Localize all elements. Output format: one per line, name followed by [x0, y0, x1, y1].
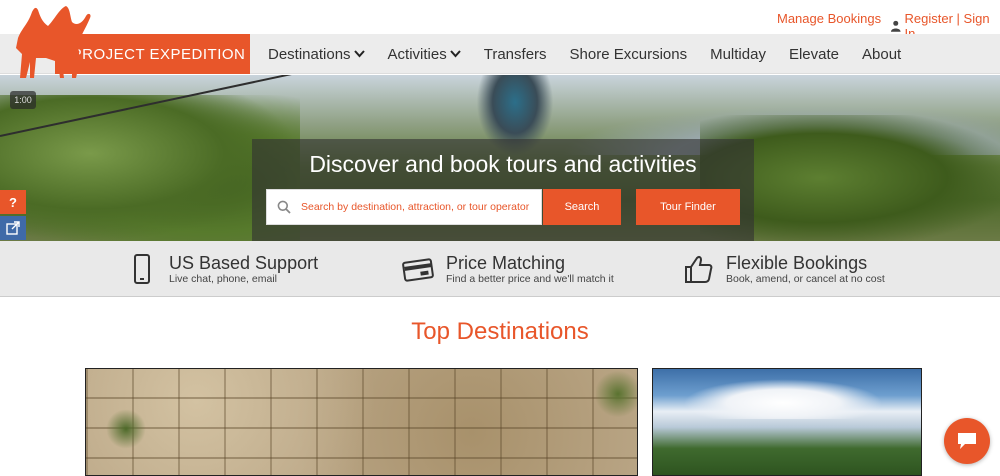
feature-support: US Based Support Live chat, phone, email [125, 241, 318, 297]
nav-item-elevate[interactable]: Elevate [789, 46, 839, 63]
nav-item-shore-excursions[interactable]: Shore Excursions [570, 46, 688, 63]
feature-flexible-bookings: Flexible Bookings Book, amend, or cancel… [682, 241, 885, 297]
main-nav: Destinations Activities Transfers Shore … [268, 34, 924, 74]
nav-item-label: Activities [387, 45, 447, 63]
island-clouds [683, 379, 883, 419]
share-tab[interactable] [0, 216, 26, 240]
thumbs-up-icon [685, 255, 713, 283]
share-icon [6, 221, 20, 235]
feature-subtitle: Live chat, phone, email [169, 272, 277, 285]
nav-item-about[interactable]: About [862, 46, 901, 63]
camel-logo-icon[interactable] [6, 2, 92, 80]
main-navbar: PROJECT EXPEDITION Destinations Activiti… [0, 34, 1000, 74]
nav-item-transfers[interactable]: Transfers [484, 46, 547, 63]
wall-plant [106, 409, 146, 449]
feature-subtitle: Find a better price and we'll match it [446, 272, 614, 285]
nav-item-label: Destinations [268, 45, 351, 63]
hero-title: Discover and book tours and activities [309, 151, 697, 177]
feature-title: Flexible Bookings [726, 252, 868, 273]
search-panel: Discover and book tours and activities S… [252, 139, 754, 241]
search-button[interactable]: Search [543, 189, 621, 225]
wall-plant [596, 369, 637, 419]
features-strip: US Based Support Live chat, phone, email… [0, 241, 1000, 297]
phone-icon [134, 254, 150, 284]
search-box[interactable] [266, 189, 542, 225]
feature-subtitle: Book, amend, or cancel at no cost [726, 272, 885, 285]
search-icon [277, 200, 291, 214]
help-icon: ? [9, 194, 17, 210]
feature-title: US Based Support [169, 252, 319, 273]
person-icon [890, 20, 901, 32]
hero-banner: 1:00 Discover and book tours and activit… [0, 75, 1000, 241]
help-tab[interactable]: ? [0, 190, 26, 214]
chevron-down-icon [353, 50, 365, 58]
video-time-badge: 1:00 [10, 91, 36, 109]
search-input[interactable] [301, 201, 541, 213]
destination-card-island[interactable] [652, 368, 922, 476]
destination-card-stone-wall[interactable] [85, 368, 638, 476]
top-destinations-heading: Top Destinations [411, 318, 589, 345]
manage-bookings-link[interactable]: Manage Bookings [777, 11, 881, 26]
chat-icon [958, 433, 976, 449]
feature-price-matching: Price Matching Find a better price and w… [402, 241, 614, 297]
feature-title: Price Matching [446, 252, 566, 273]
nav-item-multiday[interactable]: Multiday [710, 46, 766, 63]
live-chat-button[interactable] [944, 418, 990, 464]
nav-item-activities[interactable]: Activities [388, 46, 461, 63]
chevron-down-icon [449, 50, 461, 58]
top-utility-bar: Manage Bookings Register | Sign In [0, 0, 1000, 41]
tour-finder-button[interactable]: Tour Finder [636, 189, 740, 225]
credit-card-icon [402, 258, 434, 282]
nav-item-destinations[interactable]: Destinations [268, 46, 365, 63]
